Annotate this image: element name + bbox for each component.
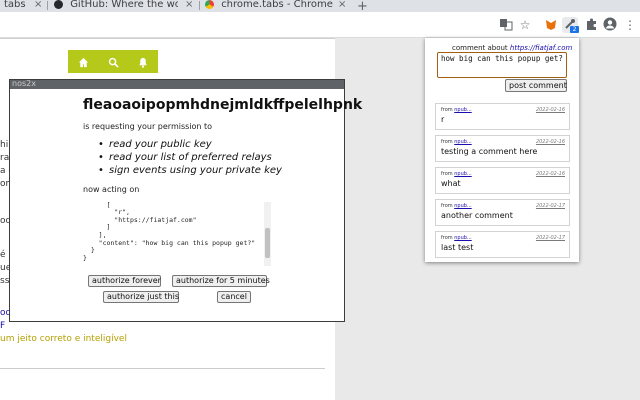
comment-card: from npub... 2022-02-17 last test xyxy=(435,231,570,258)
tab-separator xyxy=(47,1,48,10)
tab-strip: tabs × GitHub: Where the world × chrome.… xyxy=(0,0,640,14)
from-label: from xyxy=(441,203,453,209)
post-comment-button[interactable]: post comment xyxy=(505,79,567,92)
scrollbar[interactable] xyxy=(264,202,271,266)
comment-input[interactable] xyxy=(437,52,567,78)
requesting-extension-id: fleaoaoipopmhdnejmldkffpelelhpnk xyxy=(83,97,363,113)
comment-author: from npub... xyxy=(441,171,472,177)
comment-text: another comment xyxy=(441,211,513,220)
github-icon xyxy=(54,0,63,9)
comment-author: from npub... xyxy=(441,107,472,113)
author-link[interactable]: npub... xyxy=(454,203,471,209)
comment-date[interactable]: 2022-02-16 xyxy=(536,139,565,145)
tab-separator xyxy=(199,1,200,10)
authorize-forever-button[interactable]: authorize forever xyxy=(88,275,161,287)
permission-item: sign events using your private key xyxy=(98,164,282,177)
window-title: nos2x xyxy=(12,79,36,88)
tab-title: chrome.tabs - Chrome De xyxy=(221,0,333,10)
search-icon[interactable] xyxy=(98,50,128,73)
comment-author: from npub... xyxy=(441,139,472,145)
divider xyxy=(0,368,325,369)
profile-icon[interactable] xyxy=(602,17,618,33)
comment-author: from npub... xyxy=(441,235,472,241)
scrollbar-thumb[interactable] xyxy=(265,228,270,258)
background-text: hi xyxy=(0,140,9,150)
author-link[interactable]: npub... xyxy=(454,107,471,113)
comment-card: from npub... 2022-02-16 testing a commen… xyxy=(435,135,570,162)
translate-icon[interactable] xyxy=(498,17,514,33)
header-prefix: comment about xyxy=(452,44,508,52)
extension-popup: comment about https://fiatjaf.com post c… xyxy=(425,38,579,262)
close-icon[interactable]: × xyxy=(185,0,193,10)
permission-list: read your public key read your list of p… xyxy=(98,138,282,177)
comment-card: from npub... 2022-02-16 what xyxy=(435,167,570,194)
comment-card: from npub... 2022-02-17 another comment xyxy=(435,199,570,226)
comment-date[interactable]: 2022-02-17 xyxy=(536,235,565,241)
event-json-viewer[interactable]: ... [ "r", "https://fiatjaf.com" ] ], "c… xyxy=(83,200,273,266)
background-text: ra xyxy=(0,153,10,163)
background-text: é xyxy=(0,250,6,260)
site-nav xyxy=(68,50,158,73)
request-line: is requesting your permission to xyxy=(83,122,213,131)
page-url-link[interactable]: https://fiatjaf.com xyxy=(510,44,572,52)
author-link[interactable]: npub... xyxy=(454,235,471,241)
more-icon[interactable]: ⋮ xyxy=(622,17,638,33)
permission-item: read your public key xyxy=(98,138,282,151)
comment-text: testing a comment here xyxy=(441,147,538,156)
tab-2[interactable]: GitHub: Where the world × xyxy=(52,0,197,12)
authorize-5-minutes-button[interactable]: authorize for 5 minutes xyxy=(172,275,270,287)
comment-date[interactable]: 2022-02-17 xyxy=(536,203,565,209)
comment-date[interactable]: 2022-02-16 xyxy=(536,171,565,177)
from-label: from xyxy=(441,171,453,177)
popup-header: comment about https://fiatjaf.com xyxy=(452,44,572,52)
from-label: from xyxy=(441,235,453,241)
puzzle-icon[interactable] xyxy=(583,17,599,33)
article-link[interactable]: um jeito correto e inteligível xyxy=(0,334,127,344)
cancel-button[interactable]: cancel xyxy=(217,291,251,303)
close-icon[interactable]: × xyxy=(338,0,346,10)
permission-item: read your list of preferred relays xyxy=(98,151,282,164)
author-link[interactable]: npub... xyxy=(454,139,471,145)
background-text: F xyxy=(0,321,6,331)
authorize-once-button[interactable]: authorize just this xyxy=(103,291,179,303)
permission-prompt-window: nos2x fleaoaoipopmhdnejmldkffpelelhpnk i… xyxy=(9,79,362,322)
comment-text: what xyxy=(441,179,461,188)
event-json: ... [ "r", "https://fiatjaf.com" ] ], "c… xyxy=(83,200,256,262)
author-link[interactable]: npub... xyxy=(454,171,471,177)
close-icon[interactable]: × xyxy=(34,0,42,10)
tab-title: tabs xyxy=(4,0,26,10)
comment-author: from npub... xyxy=(441,203,472,209)
from-label: from xyxy=(441,107,453,113)
bookmark-star-icon[interactable]: ☆ xyxy=(517,17,533,33)
from-label: from xyxy=(441,139,453,145)
comment-text: last test xyxy=(441,243,474,252)
tab-1[interactable]: tabs × xyxy=(0,0,44,12)
bell-icon[interactable] xyxy=(128,50,158,73)
extension-badge: 2 xyxy=(570,26,579,33)
acting-on-label: now acting on xyxy=(83,185,140,194)
nos2x-extension-icon[interactable]: 2 xyxy=(562,17,579,33)
fox-extension-icon[interactable] xyxy=(543,17,559,33)
comment-date[interactable]: 2022-02-16 xyxy=(536,107,565,113)
window-titlebar[interactable]: nos2x xyxy=(10,79,344,89)
tab-title: GitHub: Where the world xyxy=(70,0,179,10)
divider xyxy=(0,38,335,39)
tab-3[interactable]: chrome.tabs - Chrome De × xyxy=(204,0,349,12)
home-icon[interactable] xyxy=(68,50,98,73)
comment-text: r xyxy=(441,115,445,124)
comment-card: from npub... 2022-02-16 r xyxy=(435,103,570,130)
browser-toolbar: ☆ 2 ⋮ xyxy=(0,12,640,38)
chrome-icon xyxy=(205,0,214,9)
